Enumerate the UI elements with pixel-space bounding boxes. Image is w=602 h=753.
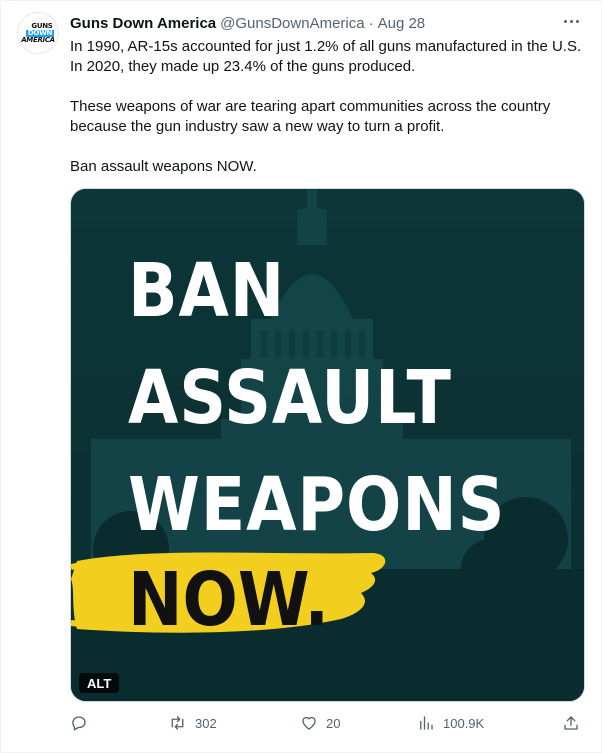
tweet-paragraph: These weapons of war are tearing apart c…	[70, 98, 551, 135]
heart-icon	[302, 716, 316, 730]
retweet-count: 302	[195, 715, 217, 731]
tweet-actions: 302 20 100.9K	[70, 712, 583, 734]
tweet-date[interactable]: Aug 28	[378, 15, 426, 32]
retweet-icon	[171, 716, 184, 730]
tweet-image[interactable]: BAN ASSAULT WEAPONS NOW. ALT	[70, 188, 585, 702]
share-icon	[564, 716, 578, 730]
poster-line-now: NOW.	[128, 557, 330, 643]
avatar-text-line-3: AMERICA	[21, 35, 55, 44]
reply-button[interactable]	[70, 712, 96, 734]
poster-line-assault: ASSAULT	[128, 355, 452, 441]
tweet-text: In 1990, AR-15s accounted for just 1.2% …	[70, 37, 585, 177]
views-button[interactable]: 100.9K	[417, 712, 484, 734]
retweet-button[interactable]: 302	[168, 712, 217, 734]
poster-line-weapons: WEAPONS	[128, 462, 506, 548]
tweet-header: Guns Down America @GunsDownAmerica · Aug…	[70, 13, 425, 33]
author-name[interactable]: Guns Down America	[70, 15, 216, 32]
author-handle[interactable]: @GunsDownAmerica	[220, 15, 364, 32]
views-count: 100.9K	[443, 715, 485, 731]
like-button[interactable]: 20	[300, 712, 340, 734]
separator-dot: ·	[368, 14, 374, 32]
like-count: 20	[326, 715, 341, 731]
views-chart-icon	[420, 716, 433, 730]
more-options-icon[interactable]	[559, 11, 583, 31]
alt-text-badge[interactable]: ALT	[79, 673, 120, 693]
tweet-paragraph: In 1990, AR-15s accounted for just 1.2% …	[70, 38, 582, 75]
tweet-card[interactable]: GUNS DOWN AMERICA Guns Down America @Gun…	[0, 0, 602, 753]
tweet-paragraph: Ban assault weapons NOW.	[70, 158, 257, 175]
author-avatar[interactable]: GUNS DOWN AMERICA	[17, 12, 59, 54]
poster-line-ban: BAN	[128, 248, 286, 334]
reply-icon	[72, 716, 86, 731]
share-button[interactable]	[562, 712, 588, 734]
